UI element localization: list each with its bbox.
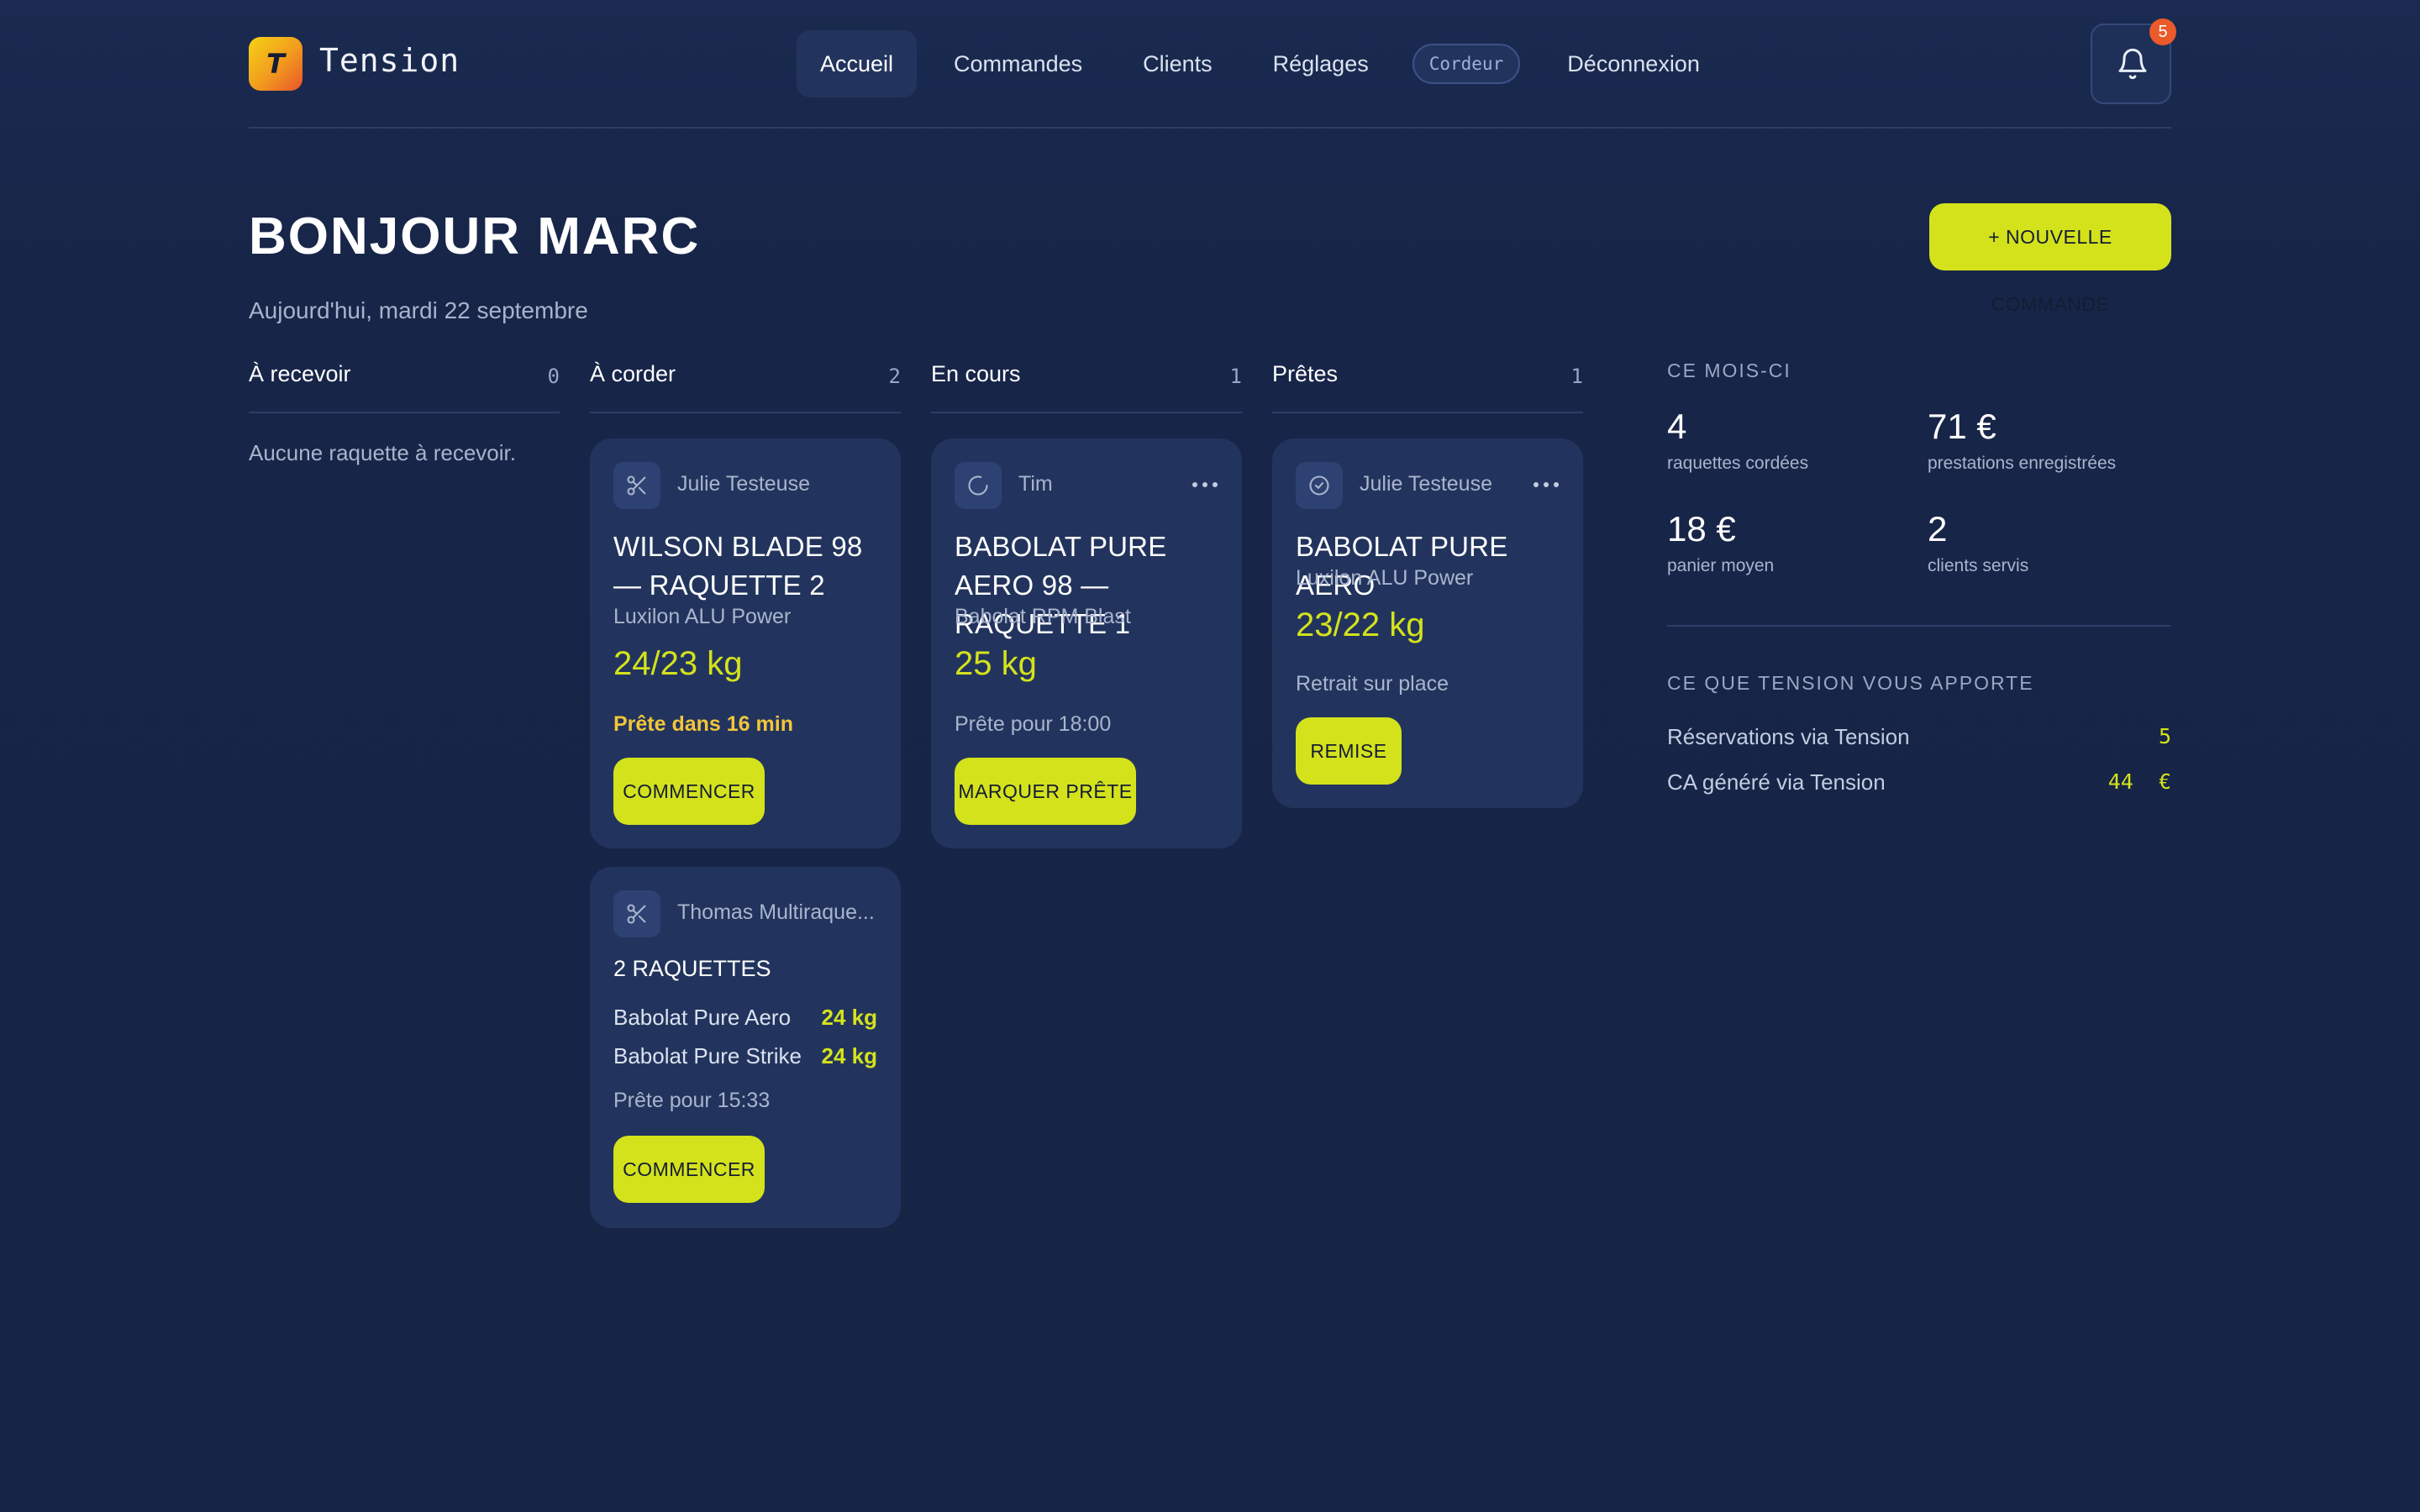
column-pretes-viewport: Prêtes 1 Julie Testeuse BABOLAT PURE AER… bbox=[1272, 360, 1603, 830]
handover-button[interactable]: REMISE bbox=[1296, 717, 1402, 785]
column-header: À corder 2 bbox=[590, 360, 901, 413]
row-value: 5 bbox=[2158, 724, 2171, 748]
racket-row: Babolat Pure Aero 24 kg bbox=[613, 1005, 877, 1031]
stat-value: 18 € bbox=[1667, 509, 1736, 549]
app-logo[interactable]: T bbox=[249, 37, 302, 91]
scissors-icon bbox=[627, 475, 646, 496]
card-status-icon bbox=[1296, 462, 1343, 509]
order-card[interactable]: Thomas Multiraque... 2 RAQUETTES Babolat… bbox=[590, 867, 901, 1228]
main-nav: Accueil Commandes Clients Réglages Corde… bbox=[797, 30, 1737, 97]
brand-name[interactable]: Tension bbox=[319, 42, 460, 79]
page-date: Aujourd'hui, mardi 22 septembre bbox=[249, 297, 588, 323]
column-header: À recevoir 0 bbox=[249, 360, 560, 413]
notifications-count-badge: 5 bbox=[2149, 18, 2176, 45]
column-header: Prêtes 1 bbox=[1272, 360, 1583, 413]
row-label: CA généré via Tension bbox=[1667, 769, 1886, 795]
nav-accueil[interactable]: Accueil bbox=[797, 30, 918, 97]
card-tension: 25 kg bbox=[955, 645, 1037, 682]
card-status-icon bbox=[955, 462, 1002, 509]
order-card[interactable]: Julie Testeuse WILSON BLADE 98 — RAQUETT… bbox=[590, 438, 901, 848]
new-order-button[interactable]: + NOUVELLE COMMANDE bbox=[1929, 203, 2171, 315]
card-string: Babolat RPM Blast bbox=[955, 605, 1131, 628]
column-count: 1 bbox=[1570, 365, 1583, 388]
card-client-name: Julie Testeuse bbox=[677, 472, 810, 496]
stats-divider bbox=[1667, 625, 2171, 627]
stat-value: 4 bbox=[1667, 407, 1687, 446]
stat-value: 2 bbox=[1928, 509, 1948, 549]
racket-name: Babolat Pure Strike bbox=[613, 1043, 802, 1068]
row-value: 44 € bbox=[2107, 769, 2171, 794]
scissors-icon bbox=[627, 904, 646, 924]
empty-state-text: Aucune raquette à recevoir. bbox=[249, 440, 516, 465]
card-client-name: Tim bbox=[1018, 472, 1053, 496]
card-client-name: Julie Testeuse bbox=[1360, 472, 1492, 496]
tension-reservations-row: Réservations via Tension 5 bbox=[1667, 724, 2171, 750]
order-card[interactable]: Julie Testeuse BABOLAT PURE AERO Luxilon… bbox=[1272, 438, 1583, 808]
month-section-label: CE MOIS-CI bbox=[1667, 360, 1791, 381]
column-a-recevoir: À recevoir 0 Aucune raquette à recevoir. bbox=[249, 360, 560, 465]
stat-average-basket: 18 € panier moyen bbox=[1667, 509, 1919, 576]
tension-revenue-row: CA généré via Tension 44 € bbox=[1667, 769, 2171, 795]
column-title: À recevoir bbox=[249, 361, 351, 386]
card-tension: 24/23 kg bbox=[613, 645, 743, 682]
card-title: WILSON BLADE 98 — RAQUETTE 2 bbox=[613, 531, 863, 601]
card-string: Luxilon ALU Power bbox=[1296, 566, 1474, 590]
column-en-cours: En cours 1 Tim BABOLAT PURE AERO 98 — RA… bbox=[931, 360, 1242, 848]
nav-deconnexion[interactable]: Déconnexion bbox=[1544, 30, 1723, 97]
column-count: 0 bbox=[547, 365, 560, 388]
card-status: Prête pour 18:00 bbox=[955, 712, 1112, 736]
card-status: Prête pour 15:33 bbox=[613, 1089, 771, 1112]
stat-rackets-strung: 4 raquettes cordées bbox=[1667, 407, 1919, 474]
bell-icon bbox=[2118, 48, 2147, 80]
column-count: 2 bbox=[888, 365, 901, 388]
nav-clients[interactable]: Clients bbox=[1119, 30, 1236, 97]
racket-name: Babolat Pure Aero bbox=[613, 1005, 792, 1030]
card-status-icon bbox=[613, 462, 660, 509]
card-string: Luxilon ALU Power bbox=[613, 605, 792, 628]
stat-label: prestations enregistrées bbox=[1928, 454, 2117, 473]
column-pretes: Prêtes 1 Julie Testeuse BABOLAT PURE AER… bbox=[1272, 360, 1583, 808]
mark-ready-button[interactable]: MARQUER PRÊTE bbox=[955, 758, 1136, 825]
logo-letter: T bbox=[266, 48, 285, 80]
stat-services-recorded: 71 € prestations enregistrées bbox=[1928, 407, 2180, 474]
stat-label: clients servis bbox=[1928, 556, 2029, 575]
top-header: T Tension Accueil Commandes Clients Régl… bbox=[249, 0, 2176, 129]
card-status-icon bbox=[613, 890, 660, 937]
start-button[interactable]: COMMENCER bbox=[613, 1136, 765, 1203]
stat-label: panier moyen bbox=[1667, 556, 1775, 575]
card-tension: 23/22 kg bbox=[1296, 606, 1425, 643]
more-options-icon[interactable] bbox=[1533, 475, 1560, 491]
card-status: Retrait sur place bbox=[1296, 672, 1449, 696]
card-client-name: Thomas Multiraque... bbox=[677, 900, 875, 924]
column-header: En cours 1 bbox=[931, 360, 1242, 413]
dashboard-page: T Tension Accueil Commandes Clients Régl… bbox=[249, 0, 2176, 1512]
tension-section-label: CE QUE TENSION VOUS APPORTE bbox=[1667, 672, 2034, 694]
racket-row: Babolat Pure Strike 24 kg bbox=[613, 1043, 877, 1069]
column-title: En cours bbox=[931, 361, 1021, 386]
nav-reglages[interactable]: Réglages bbox=[1249, 30, 1392, 97]
column-count: 1 bbox=[1229, 365, 1242, 388]
card-title: 2 RAQUETTES bbox=[613, 956, 771, 981]
column-title: À corder bbox=[590, 361, 676, 386]
more-options-icon[interactable] bbox=[1192, 475, 1218, 491]
row-label: Réservations via Tension bbox=[1667, 724, 1910, 749]
start-button[interactable]: COMMENCER bbox=[613, 758, 765, 825]
stat-label: raquettes cordées bbox=[1667, 454, 1809, 473]
card-status: Prête dans 16 min bbox=[613, 712, 793, 736]
column-title: Prêtes bbox=[1272, 361, 1339, 386]
order-card[interactable]: Tim BABOLAT PURE AERO 98 — RAQUETTE 1 Ba… bbox=[931, 438, 1242, 848]
check-circle-icon bbox=[1309, 475, 1329, 496]
nav-commandes[interactable]: Commandes bbox=[930, 30, 1106, 97]
stat-value: 71 € bbox=[1928, 407, 1996, 446]
role-badge: Cordeur bbox=[1412, 44, 1521, 84]
loading-icon bbox=[968, 475, 988, 496]
racket-tension: 24 kg bbox=[821, 1043, 878, 1068]
page-title: BONJOUR MARC bbox=[249, 207, 701, 265]
racket-tension: 24 kg bbox=[821, 1005, 878, 1030]
stat-clients-served: 2 clients servis bbox=[1928, 509, 2180, 576]
column-a-corder: À corder 2 Julie Testeuse WILSON BLADE 9… bbox=[590, 360, 901, 1228]
